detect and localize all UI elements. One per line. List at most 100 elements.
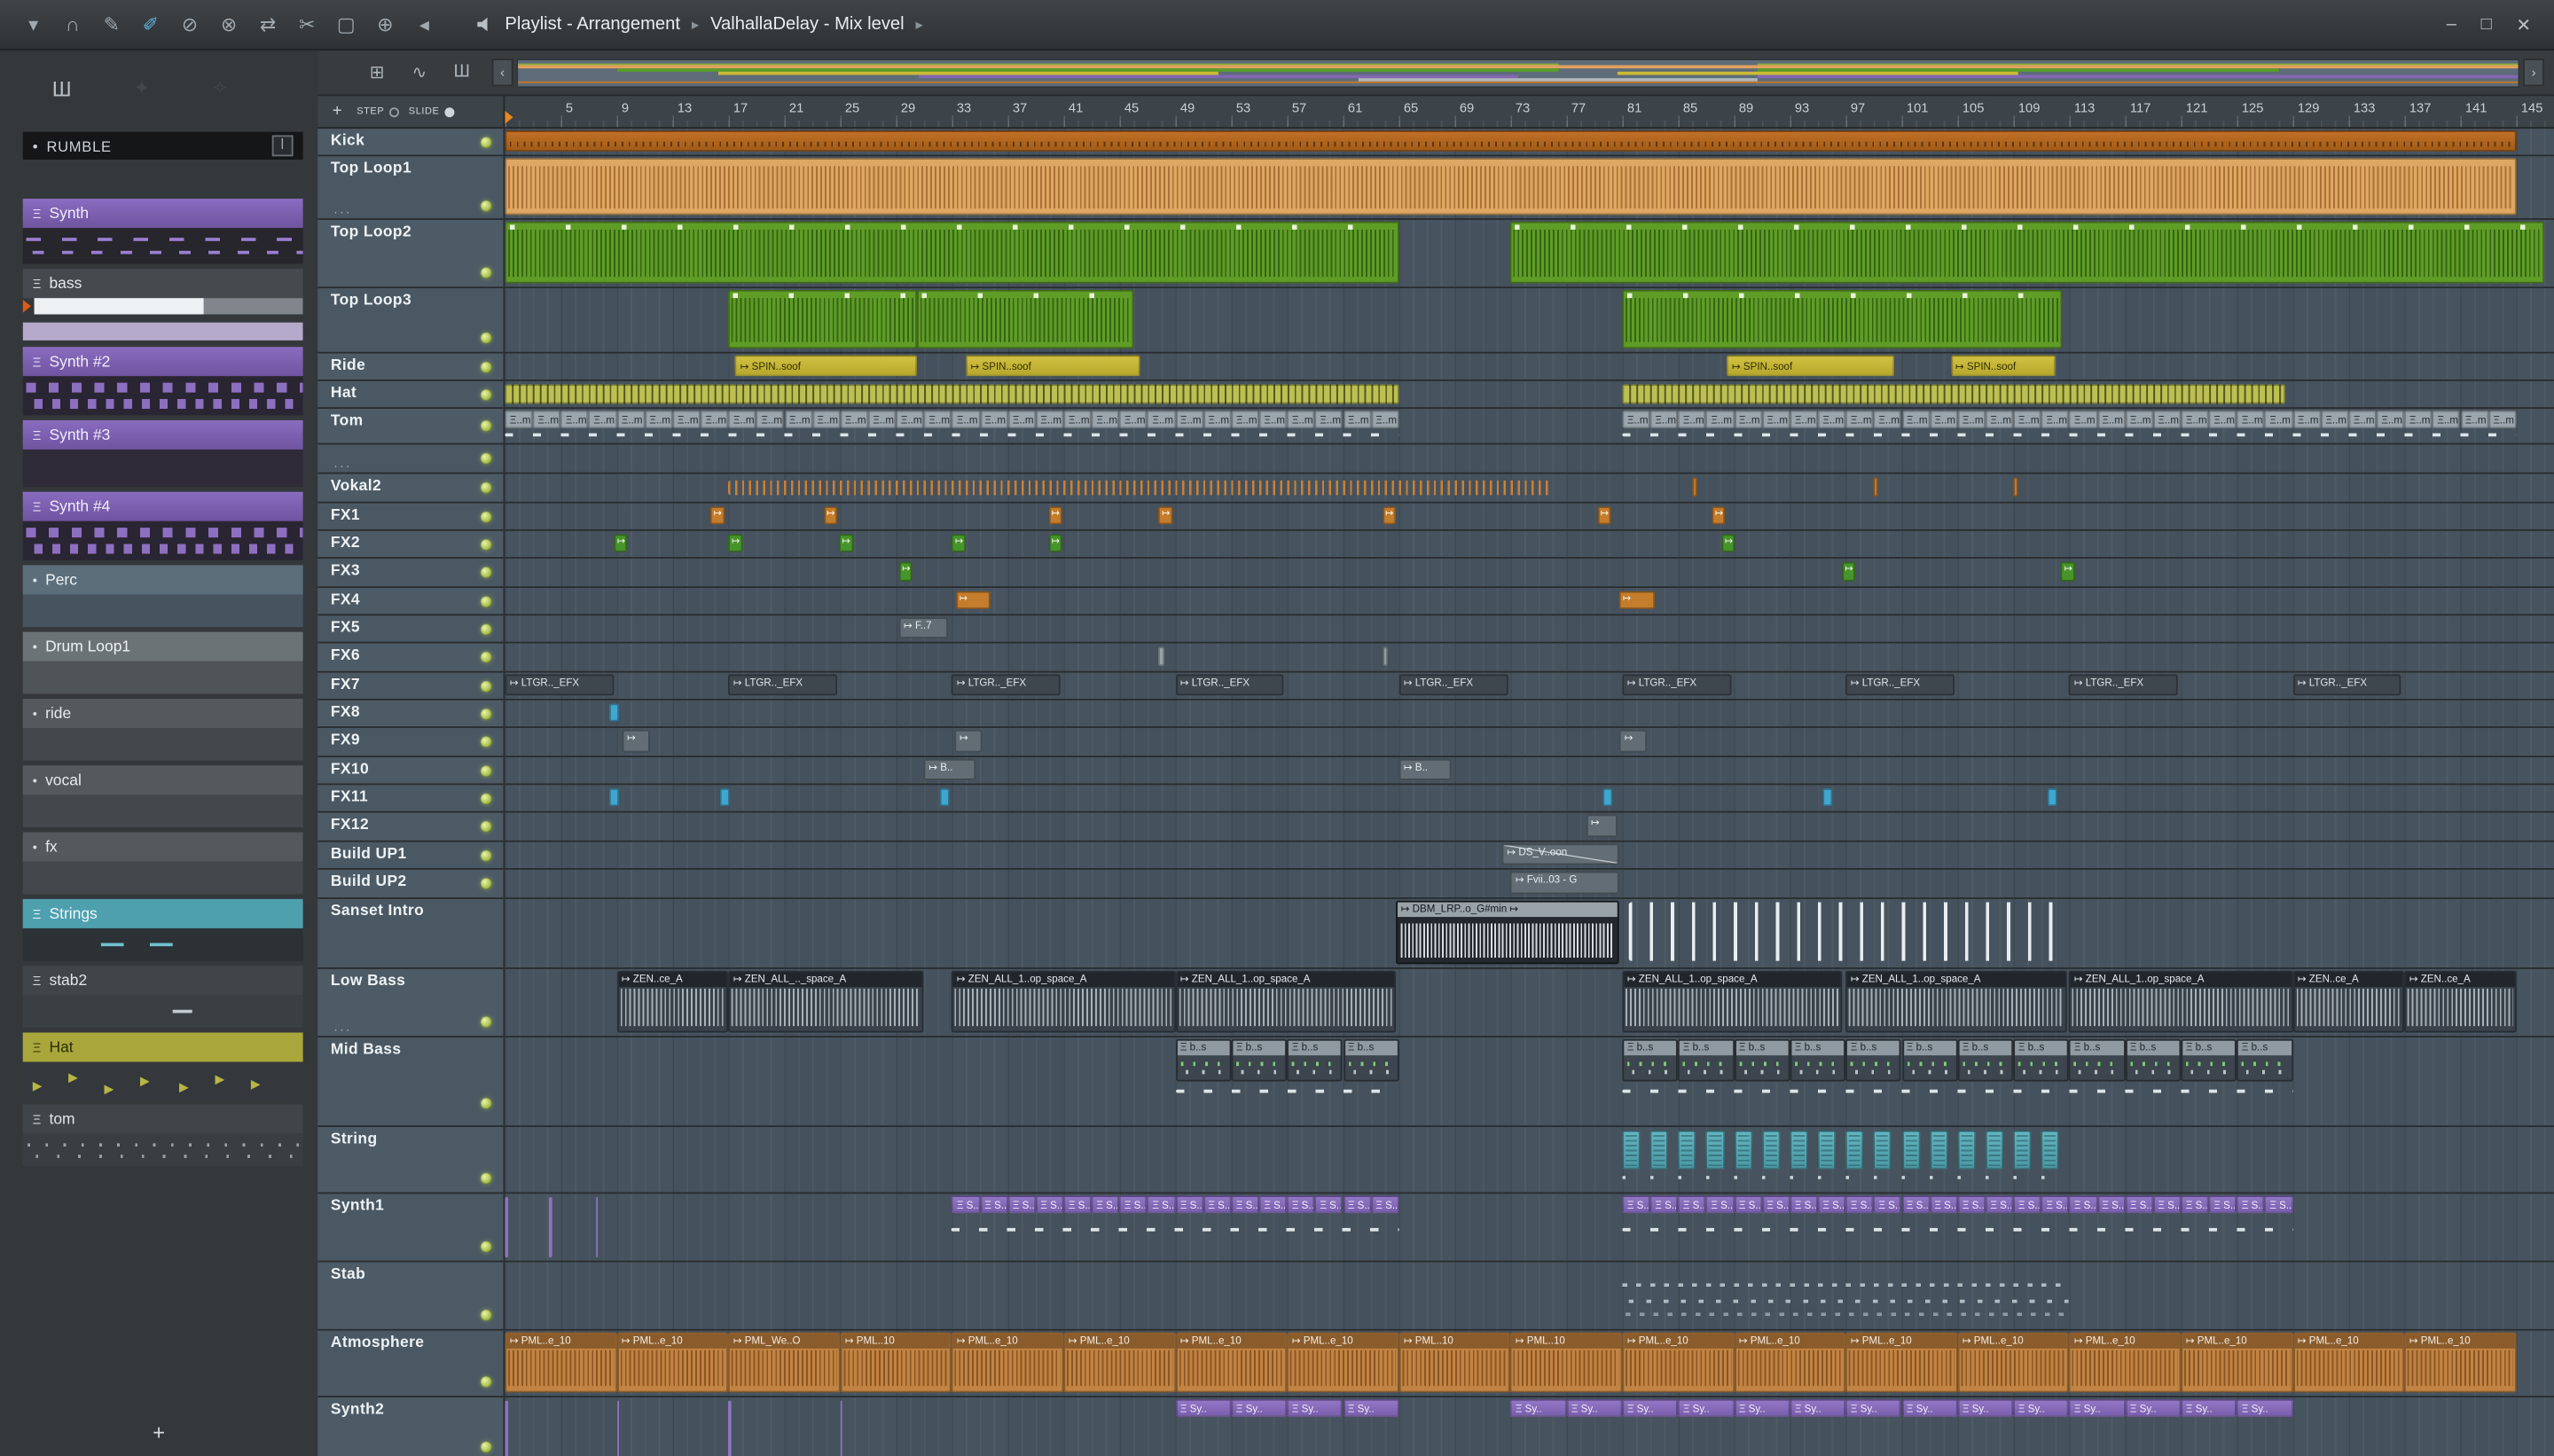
clip[interactable]: Ξ b..s [1957, 1038, 2014, 1082]
picker-item-header[interactable]: Ξ Synth #2 [22, 347, 303, 377]
picker-item-header[interactable]: • Perc [22, 565, 303, 595]
clip[interactable]: ↦ [1619, 591, 1655, 609]
track-lane[interactable]: ↦ DBM_LRP..o_G#min ↦ [505, 898, 2554, 968]
track-lane[interactable]: ↦ ↦ [505, 588, 2554, 614]
clip[interactable] [2041, 1130, 2060, 1170]
clip[interactable]: Ξ S..h [1035, 1195, 1064, 1214]
clip[interactable] [1823, 787, 1834, 807]
track-name-cell[interactable]: Sanset Intro [317, 898, 505, 968]
clip[interactable]: ↦ ZEN_ALL_1..op_space_A [1622, 970, 1844, 1033]
clip[interactable]: Ξ S..h [2181, 1195, 2209, 1214]
track-led-button[interactable] [480, 388, 492, 400]
clip[interactable]: Ξ S..h [2041, 1195, 2070, 1214]
clip[interactable]: Ξ..m [1678, 410, 1706, 429]
clip[interactable]: Ξ..m [1705, 410, 1735, 429]
clip[interactable] [728, 1400, 732, 1456]
clip[interactable]: Ξ..m [2460, 410, 2488, 429]
picker-item-header[interactable]: Ξstab2 [22, 966, 303, 996]
track-lane[interactable]: ↦ PML..e_10 ↦ PML..e_10 ↦ PML_We..O ↦ PML..… [505, 1330, 2554, 1397]
breadcrumb-plugin[interactable]: ValhallaDelay - Mix level [710, 15, 905, 35]
clip[interactable]: Ξ b..s [2013, 1038, 2070, 1082]
clip[interactable] [2013, 1130, 2032, 1170]
track-name-cell[interactable]: FX3 [317, 558, 505, 587]
clip[interactable]: Ξ S..h [2069, 1195, 2097, 1214]
clip[interactable]: ↦ PML..10 [1510, 1332, 1623, 1393]
clip[interactable]: Ξ S..h [1063, 1195, 1092, 1214]
track-led-button[interactable] [480, 1441, 492, 1453]
clip[interactable] [1622, 1266, 2070, 1325]
clip[interactable]: Ξ..m [979, 410, 1008, 429]
picker-header[interactable]: • RUMBLE | [22, 131, 303, 160]
clip[interactable]: Ξ S..h [1343, 1195, 1371, 1214]
clip[interactable]: ↦ ZEN..ce_A [2404, 970, 2517, 1033]
track-led-button[interactable] [480, 567, 492, 579]
track-name-cell[interactable]: Stab [317, 1262, 505, 1329]
picker-item-header[interactable]: Ξ Synth [22, 199, 303, 229]
clip[interactable]: Ξ..m [1649, 410, 1679, 429]
clip[interactable] [952, 1227, 1399, 1232]
track-name-cell[interactable]: ... [317, 444, 505, 473]
track-name-cell[interactable]: Build UP1 [317, 842, 505, 868]
track-lane[interactable] [505, 785, 2554, 811]
clip[interactable]: Ξ..m [1007, 410, 1036, 429]
clip[interactable]: Ξ S..h [1622, 1195, 1650, 1214]
track-name-cell[interactable]: FX9 [317, 728, 505, 756]
clip[interactable]: Ξ..m [2292, 410, 2321, 429]
clip[interactable]: Ξ..m [1845, 410, 1874, 429]
clip[interactable] [609, 703, 620, 722]
clip[interactable] [1622, 433, 2517, 437]
track-led-button[interactable] [480, 1172, 492, 1185]
clip[interactable]: Ξ..m [2264, 410, 2293, 429]
delete-icon[interactable]: ⊘ [179, 13, 200, 36]
clip[interactable]: Ξ S..h [1649, 1195, 1679, 1214]
clip[interactable] [1929, 1130, 1948, 1170]
track-lane[interactable]: ↦ [505, 812, 2554, 841]
maximize-button[interactable]: □ [2481, 14, 2492, 35]
clip[interactable]: ↦ [614, 534, 628, 552]
clip[interactable]: Ξ..m [1370, 410, 1399, 429]
clip[interactable]: Ξ..m [1622, 410, 1650, 429]
clip[interactable]: Ξ b..s [1845, 1038, 1902, 1082]
track-led-button[interactable] [480, 651, 492, 663]
clip[interactable] [916, 289, 1134, 349]
clip[interactable]: Ξ..m [1091, 410, 1120, 429]
track-lane[interactable]: ↦ B.. ↦ B.. [505, 757, 2554, 784]
clip[interactable]: ↦ [1597, 506, 1611, 525]
clip[interactable]: Ξ S..h [2237, 1195, 2265, 1214]
clip[interactable]: ↦ LTGR.._EFX [1622, 674, 1732, 696]
clip[interactable]: Ξ Sy.. [1622, 1398, 1679, 1417]
track-led-button[interactable] [480, 1308, 492, 1320]
clip[interactable]: Ξ Sy.. [2237, 1398, 2293, 1417]
clip[interactable]: Ξ..m [2181, 410, 2209, 429]
clip[interactable] [2013, 477, 2018, 497]
clip[interactable]: Ξ..m [1790, 410, 1818, 429]
clip[interactable] [1790, 1130, 1808, 1170]
clip[interactable]: Ξ Sy.. [1510, 1398, 1567, 1417]
clip[interactable]: Ξ S..h [2013, 1195, 2041, 1214]
track-led-button[interactable] [480, 136, 492, 148]
clip[interactable]: ↦ B.. [1398, 758, 1451, 780]
clip[interactable]: Ξ b..s [2237, 1038, 2293, 1082]
clip[interactable]: Ξ S..h [1091, 1195, 1120, 1214]
clip[interactable]: Ξ S..h [1929, 1195, 1958, 1214]
clip[interactable]: Ξ Sy.. [1957, 1398, 2014, 1417]
clip[interactable]: Ξ..m [2125, 410, 2153, 429]
clip[interactable]: ↦ [1841, 561, 1856, 582]
select-icon[interactable]: ▢ [335, 13, 356, 36]
clip[interactable]: Ξ Sy.. [2181, 1398, 2237, 1417]
track-led-button[interactable] [480, 452, 492, 465]
clip[interactable]: Ξ S..h [1873, 1195, 1902, 1214]
picker-item-header[interactable]: • ride [22, 698, 303, 729]
track-lane[interactable]: ↦ Fvii..03 - G [505, 869, 2554, 898]
clip[interactable]: Ξ S..h [1761, 1195, 1790, 1214]
clip[interactable]: ↦ DBM_LRP..o_G#min ↦ [1396, 900, 1620, 965]
track-lane[interactable]: ↦ ↦ ↦ [505, 558, 2554, 587]
track-name-cell[interactable]: FX11 [317, 785, 505, 811]
clip[interactable]: Ξ S..h [1175, 1195, 1203, 1214]
clip[interactable]: Ξ..m [1147, 410, 1176, 429]
clip[interactable]: ↦ Fvii..03 - G [1510, 871, 1620, 895]
clip[interactable]: Ξ Sy.. [2069, 1398, 2126, 1417]
clip[interactable] [939, 787, 950, 807]
track-led-button[interactable] [480, 200, 492, 211]
track-lane[interactable]: Ξ Sy.. Ξ Sy.. Ξ Sy.. Ξ Sy.. Ξ Sy.. Ξ Sy.. Ξ Sy… [505, 1397, 2554, 1456]
